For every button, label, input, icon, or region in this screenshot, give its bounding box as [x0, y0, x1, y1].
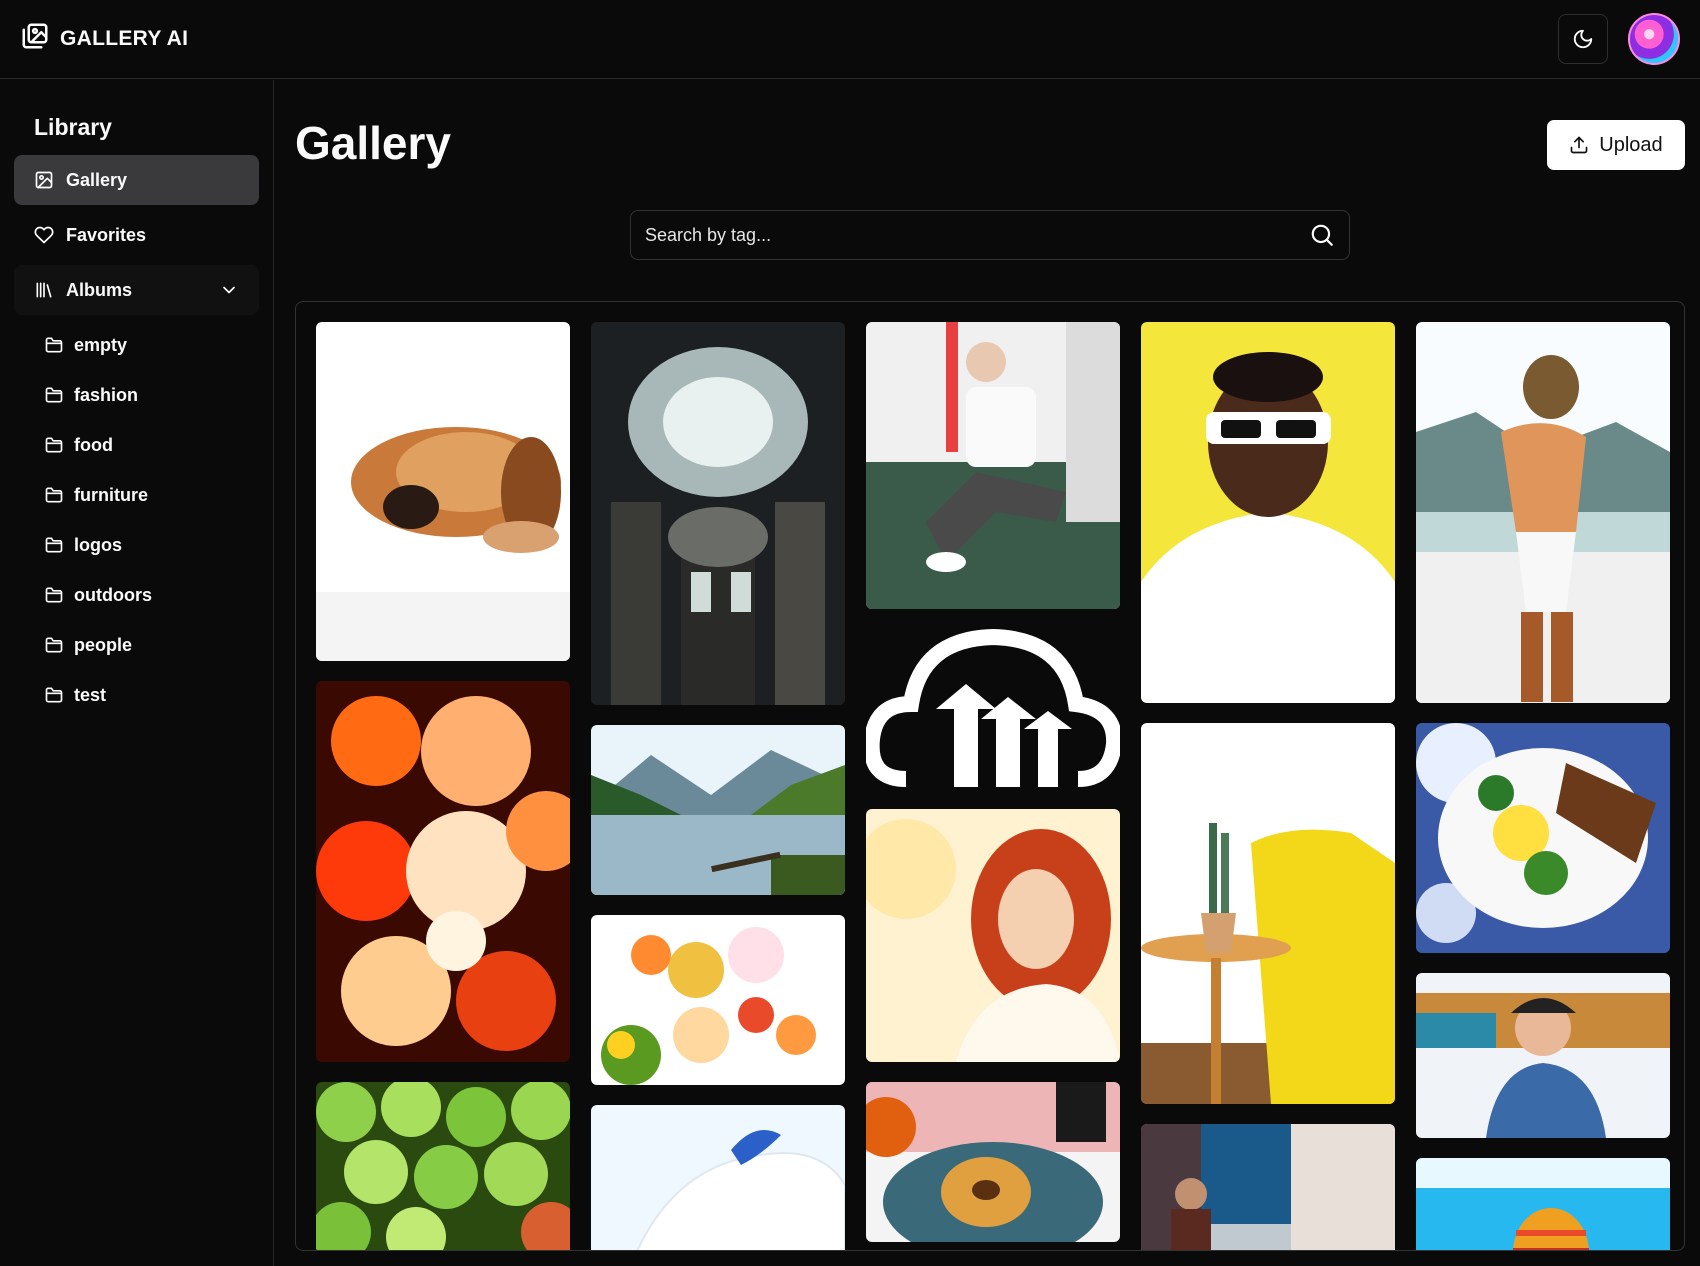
sidebar-item-label: Favorites [66, 224, 147, 245]
image-grid [295, 301, 1685, 1251]
cloud-upload-logo-image [866, 629, 1120, 789]
album-item-food[interactable]: food [28, 420, 259, 470]
album-item-test[interactable]: test [28, 670, 259, 720]
gallery-image[interactable] [1416, 1158, 1670, 1250]
folder-icon [45, 587, 63, 603]
sidebar-item-favorites[interactable]: Favorites [14, 210, 259, 260]
page-title: Gallery [295, 117, 451, 169]
smiling-man-cap-image [1416, 973, 1670, 1138]
gallery-image[interactable] [316, 322, 570, 661]
album-label: fashion [74, 384, 139, 405]
sidebar-heading: Library [34, 114, 112, 140]
album-item-furniture[interactable]: furniture [28, 470, 259, 520]
upload-icon [1570, 136, 1588, 154]
green-apples-image [316, 1082, 570, 1250]
sidebar-item-albums[interactable]: Albums [14, 265, 259, 315]
album-item-fashion[interactable]: fashion [28, 370, 259, 420]
gallery-image[interactable] [866, 1082, 1120, 1242]
album-label: outdoors [74, 584, 152, 605]
folder-icon [45, 687, 63, 703]
album-label: logos [74, 534, 122, 555]
gallery-image[interactable] [591, 1105, 845, 1250]
street-crowd-image [1141, 1124, 1395, 1250]
album-item-logos[interactable]: logos [28, 520, 259, 570]
gallery-image[interactable] [1416, 322, 1670, 703]
gallery-image[interactable] [866, 322, 1120, 609]
cathedral-dome-image [591, 322, 845, 705]
sidebar: Library Gallery Favorites Albums empty f… [0, 80, 274, 1266]
gallery-image[interactable] [591, 725, 845, 895]
sleeping-dog-image [316, 322, 570, 661]
mountain-lake-image [591, 725, 845, 895]
gallery-image[interactable] [591, 915, 845, 1085]
moon-icon [1573, 29, 1593, 49]
gallery-image[interactable] [866, 629, 1120, 789]
folder-icon [45, 437, 63, 453]
sidebar-item-label: Gallery [66, 169, 128, 190]
red-flowers-image [316, 681, 570, 1062]
album-item-outdoors[interactable]: outdoors [28, 570, 259, 620]
search-bar [630, 210, 1350, 260]
image-icon [35, 171, 53, 189]
gallery-image[interactable] [1141, 322, 1395, 703]
search-input[interactable] [645, 224, 1309, 246]
top-bar: GALLERY AI [0, 0, 1700, 79]
search-icon[interactable] [1309, 222, 1335, 248]
man-white-sunglasses-image [1141, 322, 1395, 703]
album-label: test [74, 684, 107, 705]
chevron-down-icon [223, 286, 235, 294]
woman-sitting-turf-image [866, 322, 1120, 609]
gallery-image[interactable] [1416, 973, 1670, 1138]
gallery-image[interactable] [591, 322, 845, 705]
gallery-logo-icon [20, 21, 50, 57]
folder-icon [45, 487, 63, 503]
album-label: empty [74, 334, 128, 355]
hot-air-balloon-image [1416, 1158, 1670, 1250]
donut-table-image [866, 1082, 1120, 1242]
gallery-image[interactable] [1141, 1124, 1395, 1250]
white-sneaker-image [591, 1105, 845, 1250]
heart-icon [34, 226, 54, 244]
library-icon [36, 282, 52, 298]
album-item-empty[interactable]: empty [28, 320, 259, 370]
food-plate-blue-image [1416, 723, 1670, 953]
theme-toggle-button[interactable] [1558, 14, 1608, 64]
folder-icon [45, 387, 63, 403]
sidebar-item-label: Albums [66, 279, 133, 300]
folder-icon [45, 537, 63, 553]
album-item-people[interactable]: people [28, 620, 259, 670]
avatar[interactable] [1628, 13, 1680, 65]
sidebar-item-gallery[interactable]: Gallery [14, 155, 259, 205]
red-haired-woman-image [866, 809, 1120, 1062]
upload-label: Upload [1599, 133, 1663, 156]
album-label: food [74, 434, 113, 455]
folder-icon [45, 637, 63, 653]
gallery-image[interactable] [1416, 723, 1670, 953]
gallery-image[interactable] [316, 1082, 570, 1250]
gallery-image[interactable] [316, 681, 570, 1062]
main-content: Gallery Upload [275, 80, 1700, 1266]
yellow-armchair-image [1141, 723, 1395, 1104]
gallery-image[interactable] [1141, 723, 1395, 1104]
woman-orange-sweater-image [1416, 322, 1670, 703]
upload-button[interactable]: Upload [1547, 120, 1685, 170]
breakfast-bowls-image [591, 915, 845, 1085]
brand[interactable]: GALLERY AI [20, 21, 188, 57]
gallery-image[interactable] [866, 809, 1120, 1062]
album-list: empty fashion food furniture logos outdo… [14, 320, 259, 750]
album-label: furniture [74, 484, 148, 505]
folder-icon [45, 337, 63, 353]
album-label: people [74, 634, 133, 655]
brand-name: GALLERY AI [60, 27, 189, 50]
